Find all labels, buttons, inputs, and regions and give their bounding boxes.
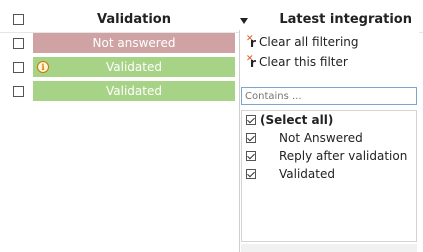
- checkbox-checked-icon[interactable]: [246, 115, 256, 125]
- clear-filter-icon: ✕ r: [246, 34, 256, 50]
- filter-option-label: Not Answered: [279, 131, 363, 145]
- row-checkbox[interactable]: [13, 38, 24, 49]
- validation-status: Validated: [106, 60, 162, 74]
- filter-option-label: Validated: [279, 167, 335, 181]
- checkbox-checked-icon[interactable]: [246, 133, 256, 143]
- filter-footer: [241, 244, 417, 252]
- validation-status: Validated: [106, 84, 162, 98]
- validation-cell[interactable]: Not answered: [33, 33, 235, 53]
- checkbox-checked-icon[interactable]: [246, 151, 256, 161]
- clear-all-filtering-item[interactable]: ✕ r Clear all filtering: [246, 33, 359, 51]
- filter-option-label: (Select all): [260, 113, 334, 127]
- validation-status: Not answered: [92, 36, 176, 50]
- filter-search-input[interactable]: [241, 87, 417, 105]
- clear-this-filter-label: Clear this filter: [259, 55, 348, 69]
- filter-option-label: Reply after validation: [279, 149, 408, 163]
- filter-options-list: (Select all) Not Answered Reply after va…: [241, 110, 417, 242]
- column-header-latest-integration[interactable]: Latest integration: [279, 12, 412, 27]
- row-checkbox[interactable]: [13, 86, 24, 97]
- select-all-rows-checkbox[interactable]: [13, 14, 24, 25]
- info-icon[interactable]: i: [37, 61, 49, 73]
- row-checkbox[interactable]: [13, 62, 24, 73]
- checkbox-checked-icon[interactable]: [246, 169, 256, 179]
- clear-filter-icon: ✕ r: [246, 54, 256, 70]
- clear-all-filtering-label: Clear all filtering: [259, 35, 359, 49]
- chevron-down-icon[interactable]: [240, 18, 248, 24]
- column-filter-dropdown: ✕ r Clear all filtering ✕ r Clear this filte…: [239, 30, 419, 252]
- column-header-validation[interactable]: Validation: [34, 12, 234, 27]
- validation-cell[interactable]: Validated: [33, 81, 235, 101]
- validation-cell[interactable]: i Validated: [33, 57, 235, 77]
- clear-this-filter-item[interactable]: ✕ r Clear this filter: [246, 53, 348, 71]
